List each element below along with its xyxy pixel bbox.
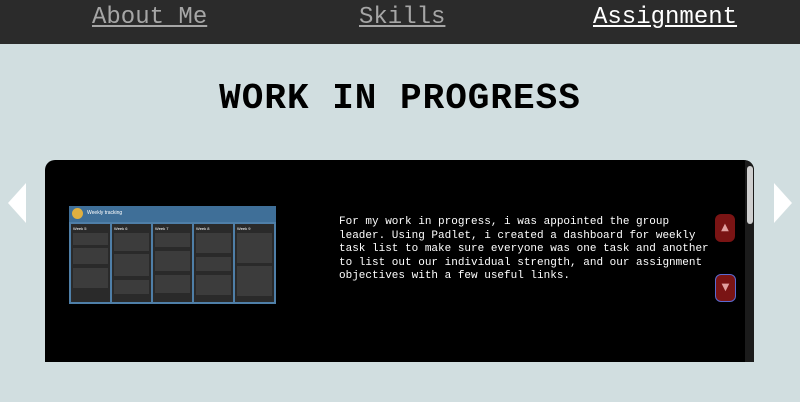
- chevron-down-icon: ▼: [721, 282, 730, 293]
- carousel-prev-icon[interactable]: [8, 183, 26, 223]
- thumbnail-column: Week 5: [71, 224, 110, 302]
- panel-scrollbar[interactable]: [745, 160, 754, 362]
- logo-icon: [72, 208, 83, 219]
- thumbnail-column: Week 7: [153, 224, 192, 302]
- top-nav: About Me Skills Assignment: [0, 0, 800, 44]
- content-panel: Weekly tracking Week 5 Week 6 Week 7 Wee…: [45, 160, 754, 362]
- page-title: WORK IN PROGRESS: [219, 78, 581, 119]
- nav-link-about-me[interactable]: About Me: [92, 4, 207, 32]
- thumbnail-column: Week 8: [194, 224, 233, 302]
- project-description: For my work in progress, i was appointed…: [339, 216, 709, 282]
- scroll-up-button[interactable]: ▲: [715, 214, 735, 242]
- padlet-screenshot-thumbnail: Weekly tracking Week 5 Week 6 Week 7 Wee…: [69, 206, 276, 304]
- thumbnail-column: Week 9: [235, 224, 274, 302]
- chevron-up-icon: ▲: [721, 222, 729, 233]
- nav-link-skills[interactable]: Skills: [359, 4, 445, 32]
- thumbnail-column: Week 6: [112, 224, 151, 302]
- nav-link-assignment[interactable]: Assignment: [593, 4, 737, 32]
- thumbnail-title: Weekly tracking: [87, 210, 123, 216]
- scroll-down-button[interactable]: ▼: [715, 274, 736, 302]
- carousel-next-icon[interactable]: [774, 183, 792, 223]
- thumbnail-header: Weekly tracking: [69, 206, 276, 222]
- scrollbar-thumb[interactable]: [747, 166, 753, 224]
